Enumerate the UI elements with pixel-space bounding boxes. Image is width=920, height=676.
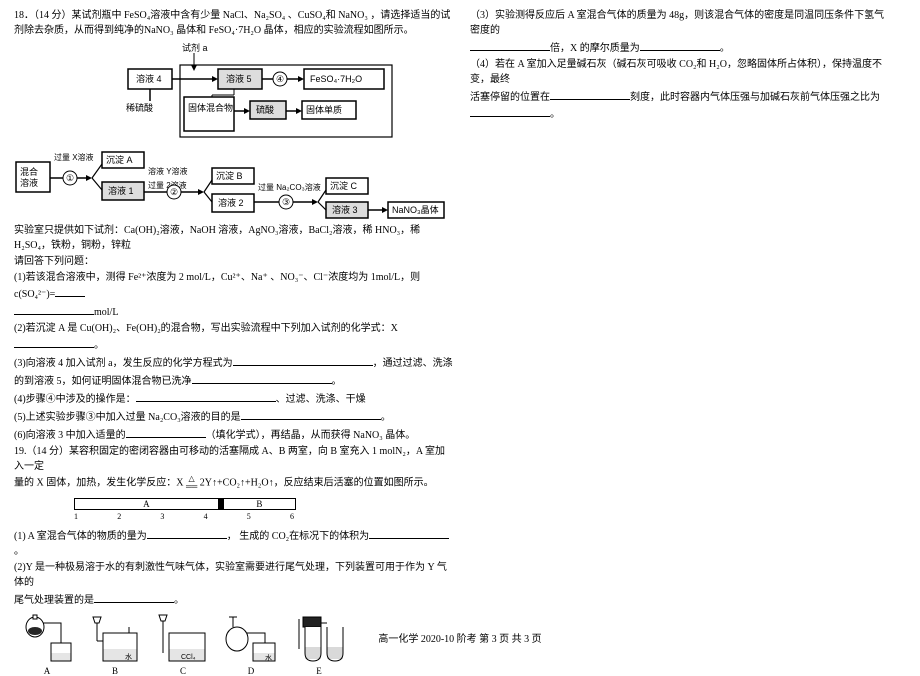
blank-18-3b[interactable]: [192, 372, 332, 384]
blank-18-3a[interactable]: [233, 354, 373, 366]
q18-p3: (3)向溶液 4 加入试剂 a，发生反应的化学方程式为，通过过滤、洗涤: [14, 354, 454, 371]
blank-18-1b[interactable]: [14, 303, 94, 315]
sol4: 溶液 4: [136, 73, 162, 84]
left-column: 18．（14 分）某试剂瓶中 FeSO₄溶液中含有少量 NaCl、Na₂SO₄ …: [14, 8, 454, 628]
blank-18-1[interactable]: [55, 285, 85, 297]
reagent-a-label: 试剂 a: [182, 42, 208, 53]
piston-diagram: A B: [74, 498, 296, 510]
blank-19-2[interactable]: [94, 591, 174, 603]
solid-elem: 固体单质: [306, 104, 342, 115]
q18-diagram-lower: 混合 溶液 过量 X溶液 ① 沉淀 A 溶液 1 溶液 Y溶液 过量 2溶液 ②: [14, 148, 444, 223]
blank-19-4a[interactable]: [550, 88, 630, 100]
svg-text:过量 Na₂CO₃溶液: 过量 Na₂CO₃溶液: [258, 182, 321, 192]
svg-text:沉淀 B: 沉淀 B: [216, 170, 243, 181]
svg-text:水: 水: [125, 652, 132, 661]
svg-text:溶液 Y溶液: 溶液 Y溶液: [148, 166, 188, 176]
svg-text:混合: 混合: [20, 166, 38, 177]
feso4: FeSO₄·7H₂O: [310, 74, 362, 84]
q19-p2a: (2)Y 是一种极易溶于水的有刺激性气味气体，实验室需要进行尾气处理，下列装置可…: [14, 560, 454, 590]
svg-text:①: ①: [66, 173, 74, 183]
svg-text:溶液 2: 溶液 2: [218, 197, 244, 208]
q18-answer-prompt: 请回答下列问题：: [14, 254, 454, 269]
q18-p5: (5)上述实验步骤③中加入过量 Na₂CO₃溶液的目的是。: [14, 408, 454, 425]
svg-text:溶液: 溶液: [20, 177, 38, 188]
blank-18-2[interactable]: [14, 336, 94, 348]
q18-p1: (1)若该混合溶液中，测得 Fe²⁺浓度为 2 mol/L，Cu²⁺、Na⁺ 、…: [14, 270, 454, 302]
reaction-arrow: △ ══: [186, 475, 197, 491]
q19-p3: （3）实验测得反应后 A 室混合气体的质量为 48g，则该混合气体的密度是同温同…: [470, 8, 890, 38]
svg-text:NaNO₃晶体: NaNO₃晶体: [392, 204, 439, 215]
excessX: 过量 X溶液: [54, 152, 94, 162]
blank-18-6[interactable]: [126, 426, 206, 438]
svg-text:水: 水: [265, 653, 272, 662]
blank-19-1b[interactable]: [369, 527, 449, 539]
piston-scale: 123456: [74, 512, 294, 521]
apparatus-e: E: [292, 613, 346, 676]
svg-text:过量 2溶液: 过量 2溶液: [148, 180, 187, 190]
svg-text:CCl₄: CCl₄: [181, 654, 196, 661]
apparatus-d: 水 D: [224, 613, 278, 676]
svg-text:②: ②: [170, 187, 178, 197]
apparatus-a: A: [20, 613, 74, 676]
q19-header: 19.（14 分）某容积固定的密闭容器由可移动的活塞隔成 A、B 两室，向 B …: [14, 444, 454, 474]
svg-text:沉淀 C: 沉淀 C: [330, 180, 358, 191]
q18-p6: (6)向溶液 3 中加入适量的（填化学式），再结晶，从而获得 NaNO₃ 晶体。: [14, 426, 454, 443]
svg-text:③: ③: [282, 197, 290, 207]
dil-h2so4: 稀硫酸: [126, 102, 153, 113]
op4: ④: [276, 74, 284, 84]
piston-room-a: A: [75, 499, 218, 509]
apparatus-c: CCl₄ C: [156, 613, 210, 676]
svg-text:溶液 3: 溶液 3: [332, 204, 358, 215]
svg-text:溶液 1: 溶液 1: [108, 185, 134, 196]
q18-reagents: 实验室只提供如下试剂：Ca(OH)₂溶液，NaOH 溶液，AgNO₃溶液，BaC…: [14, 223, 454, 253]
blank-18-4[interactable]: [136, 390, 276, 402]
blank-19-3b[interactable]: [640, 39, 720, 51]
q18-header: 18．（14 分）某试剂瓶中 FeSO₄溶液中含有少量 NaCl、Na₂SO₄ …: [14, 8, 454, 38]
q18-diagram-upper: 试剂 a 溶液 4 溶液 5 ④ FeSO₄·7H₂O 稀硫酸: [124, 41, 554, 144]
q18-p2: (2)若沉淀 A 是 Cu(OH)₂、Fe(OH)₂的混合物，写出实验流程中下列…: [14, 321, 454, 353]
blank-19-1a[interactable]: [147, 527, 227, 539]
svg-text:沉淀 A: 沉淀 A: [106, 154, 133, 165]
q19-header2: 量的 X 固体，加热，发生化学反应：X △ ══ 2Y↑+CO₂↑+H₂O↑，反…: [14, 475, 454, 491]
q18-p4: (4)步骤④中涉及的操作是：、过滤、洗涤、干燥: [14, 390, 454, 407]
q19-p1: (1) A 室混合气体的物质的量为， 生成的 CO₂在标况下的体积为。: [14, 527, 454, 559]
piston-room-b: B: [224, 499, 295, 509]
svg-text:固体混合物: 固体混合物: [188, 102, 233, 113]
apparatus-b: 水 B: [88, 613, 142, 676]
q19-p2b: 尾气处理装置的是。: [14, 591, 454, 608]
h2so4: 硫酸: [256, 104, 274, 115]
sol5: 溶液 5: [226, 73, 252, 84]
blank-18-5[interactable]: [241, 408, 381, 420]
